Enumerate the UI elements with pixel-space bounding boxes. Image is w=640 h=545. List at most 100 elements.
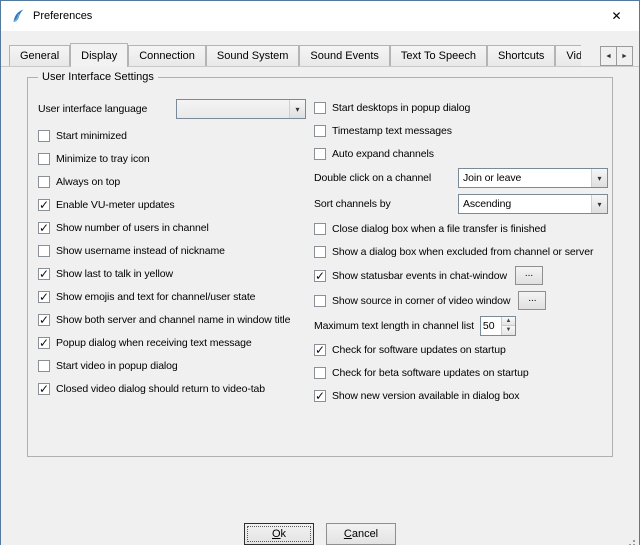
checkbox-enable-vu-meter-updates[interactable]: Enable VU-meter updates (38, 193, 306, 216)
tab-scroll-right-icon: ► (621, 53, 628, 60)
max-text-length-input[interactable] (481, 317, 501, 335)
spin-down-button[interactable]: ▼ (502, 325, 515, 335)
checkbox-close-dialog-on-file-transfer[interactable]: Close dialog box when a file transfer is… (314, 217, 608, 240)
spin-up-button[interactable]: ▲ (502, 317, 515, 326)
checkbox-box (38, 199, 50, 211)
checkbox-label: Check for software updates on startup (332, 344, 506, 356)
checkbox-show-new-version-dialog[interactable]: Show new version available in dialog box (314, 384, 608, 407)
checkbox-box (38, 245, 50, 257)
language-select-value (177, 100, 289, 118)
checkbox-box (314, 270, 326, 282)
checkbox-label: Close dialog box when a file transfer is… (332, 223, 546, 235)
ok-button-label: Ok (272, 528, 286, 540)
sort-channels-row: Sort channels by Ascending ▾ (314, 191, 608, 217)
language-select[interactable]: ▾ (176, 99, 306, 119)
checkbox-closed-video-return-to-video-tab[interactable]: Closed video dialog should return to vid… (38, 377, 306, 400)
checkbox-auto-expand-channels[interactable]: Auto expand channels (314, 142, 608, 165)
checkbox-label: Show a dialog box when excluded from cha… (332, 246, 593, 258)
checkbox-box (314, 102, 326, 114)
statusbar-events-row: Show statusbar events in chat-window ... (314, 263, 608, 288)
close-button[interactable]: ✕ (594, 1, 639, 31)
checkbox-box (38, 383, 50, 395)
checkbox-show-emojis-and-text[interactable]: Show emojis and text for channel/user st… (38, 285, 306, 308)
checkbox-timestamp-text-messages[interactable]: Timestamp text messages (314, 119, 608, 142)
dialog-buttons: Ok Cancel (1, 523, 639, 545)
checkbox-show-last-to-talk-in-yellow[interactable]: Show last to talk in yellow (38, 262, 306, 285)
tab-shortcuts[interactable]: Shortcuts (487, 45, 555, 66)
max-text-length-row: Maximum text length in channel list ▲ ▼ (314, 313, 608, 338)
window-title: Preferences (33, 10, 92, 22)
checkbox-minimize-to-tray[interactable]: Minimize to tray icon (38, 147, 306, 170)
checkbox-label: Show number of users in channel (56, 222, 209, 234)
tab-scroll: ◄ ► (600, 46, 633, 66)
checkbox-label: Show statusbar events in chat-window (332, 270, 507, 282)
settings-columns: User interface language ▾ Start minimize… (28, 78, 612, 407)
tab-bar: General Display Connection Sound System … (1, 31, 639, 67)
double-click-on-channel-select[interactable]: Join or leave ▾ (458, 168, 608, 188)
statusbar-events-config-button[interactable]: ... (515, 266, 543, 285)
tab-sound-events[interactable]: Sound Events (299, 45, 390, 66)
checkbox-check-for-beta-updates[interactable]: Check for beta software updates on start… (314, 361, 608, 384)
checkbox-box (314, 344, 326, 356)
checkbox-label: Show new version available in dialog box (332, 390, 519, 402)
checkbox-box (38, 314, 50, 326)
checkbox-box (38, 337, 50, 349)
checkbox-label: Enable VU-meter updates (56, 199, 175, 211)
double-click-label: Double click on a channel (314, 172, 431, 184)
checkbox-label: Closed video dialog should return to vid… (56, 383, 265, 395)
checkbox-label: Show source in corner of video window (332, 295, 510, 307)
checkbox-label: Always on top (56, 176, 120, 188)
app-icon (10, 8, 26, 24)
spin-down-icon: ▼ (505, 327, 511, 333)
tab-strip: General Display Connection Sound System … (9, 43, 581, 67)
chevron-down-icon: ▾ (591, 169, 607, 187)
tab-scroll-left-icon: ◄ (605, 53, 612, 60)
checkbox-label: Timestamp text messages (332, 125, 452, 137)
checkbox-box (38, 176, 50, 188)
tab-connection[interactable]: Connection (128, 45, 206, 66)
checkbox-label: Start video in popup dialog (56, 360, 178, 372)
tab-scroll-right-button[interactable]: ► (616, 46, 633, 66)
tab-display[interactable]: Display (70, 43, 128, 67)
checkbox-show-username-instead-of-nickname[interactable]: Show username instead of nickname (38, 239, 306, 262)
checkbox-always-on-top[interactable]: Always on top (38, 170, 306, 193)
spin-up-icon: ▲ (505, 318, 511, 324)
checkbox-label: Show last to talk in yellow (56, 268, 173, 280)
checkbox-box (314, 223, 326, 235)
checkbox-check-for-updates[interactable]: Check for software updates on startup (314, 338, 608, 361)
ok-button[interactable]: Ok (244, 523, 314, 545)
checkbox-start-video-in-popup[interactable]: Start video in popup dialog (38, 354, 306, 377)
checkbox-box (314, 390, 326, 402)
checkbox-start-desktops-in-popup[interactable]: Start desktops in popup dialog (314, 96, 608, 119)
ui-settings-group: User Interface Settings User interface l… (27, 77, 613, 457)
tab-general[interactable]: General (9, 45, 70, 66)
checkbox-show-number-of-users[interactable]: Show number of users in channel (38, 216, 306, 239)
language-label: User interface language (38, 103, 147, 115)
checkbox-popup-dialog-on-text-message[interactable]: Popup dialog when receiving text message (38, 331, 306, 354)
checkbox-show-server-and-channel-in-title[interactable]: Show both server and channel name in win… (38, 308, 306, 331)
tab-text-to-speech[interactable]: Text To Speech (390, 45, 487, 66)
checkbox-show-statusbar-events[interactable]: Show statusbar events in chat-window (314, 270, 507, 282)
titlebar[interactable]: Preferences ✕ (1, 1, 639, 31)
checkbox-box (38, 360, 50, 372)
checkbox-label: Show emojis and text for channel/user st… (56, 291, 255, 303)
sort-channels-label: Sort channels by (314, 198, 391, 210)
checkbox-box (314, 367, 326, 379)
cancel-button[interactable]: Cancel (326, 523, 396, 545)
cancel-button-label: Cancel (344, 528, 378, 540)
tab-video[interactable]: Video (555, 45, 581, 66)
checkbox-show-source-in-video-window[interactable]: Show source in corner of video window (314, 295, 510, 307)
tab-scroll-left-button[interactable]: ◄ (600, 46, 617, 66)
tab-sound-system[interactable]: Sound System (206, 45, 300, 66)
checkbox-box (314, 295, 326, 307)
resize-grip[interactable] (624, 539, 635, 545)
video-source-config-button[interactable]: ... (518, 291, 546, 310)
checkbox-label: Check for beta software updates on start… (332, 367, 529, 379)
video-source-row: Show source in corner of video window ..… (314, 288, 608, 313)
checkbox-start-minimized[interactable]: Start minimized (38, 124, 306, 147)
sort-channels-by-select[interactable]: Ascending ▾ (458, 194, 608, 214)
right-column: Start desktops in popup dialog Timestamp… (314, 96, 608, 407)
max-text-length-label: Maximum text length in channel list (314, 320, 474, 332)
chevron-down-icon: ▾ (289, 100, 305, 118)
checkbox-show-dialog-when-excluded[interactable]: Show a dialog box when excluded from cha… (314, 240, 608, 263)
